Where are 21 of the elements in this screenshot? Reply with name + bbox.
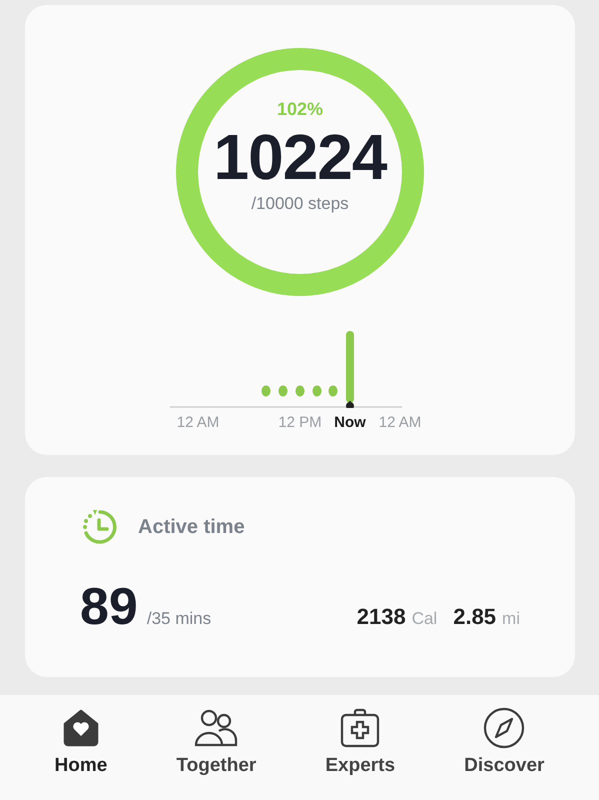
calories-unit: Cal [412,609,438,629]
active-minutes: 89 [80,577,138,637]
time-label: 12 PM [278,414,322,431]
time-label: 12 AM [378,414,422,431]
nav-tab[interactable]: Together [170,703,262,800]
first-aid-kit-icon [339,707,382,749]
calories-value: 2138 [356,604,406,630]
people-icon [194,707,238,749]
distance-value: 2.85 [453,604,496,630]
nav-tab[interactable]: Home [48,703,114,800]
minutes-goal: /35 mins [146,609,212,629]
card-title: Active time [138,516,245,538]
step-count: 10224 [214,122,386,192]
percent-text: 102% [276,99,324,120]
now-label: Now [334,414,366,431]
compass-icon [483,707,526,749]
step-goal: /10000 steps [251,194,349,214]
distance-unit: mi [502,609,520,629]
nav-tab[interactable]: Experts [319,703,402,800]
time-label: 12 AM [176,414,220,431]
nav-tab[interactable]: Discover [458,703,550,800]
